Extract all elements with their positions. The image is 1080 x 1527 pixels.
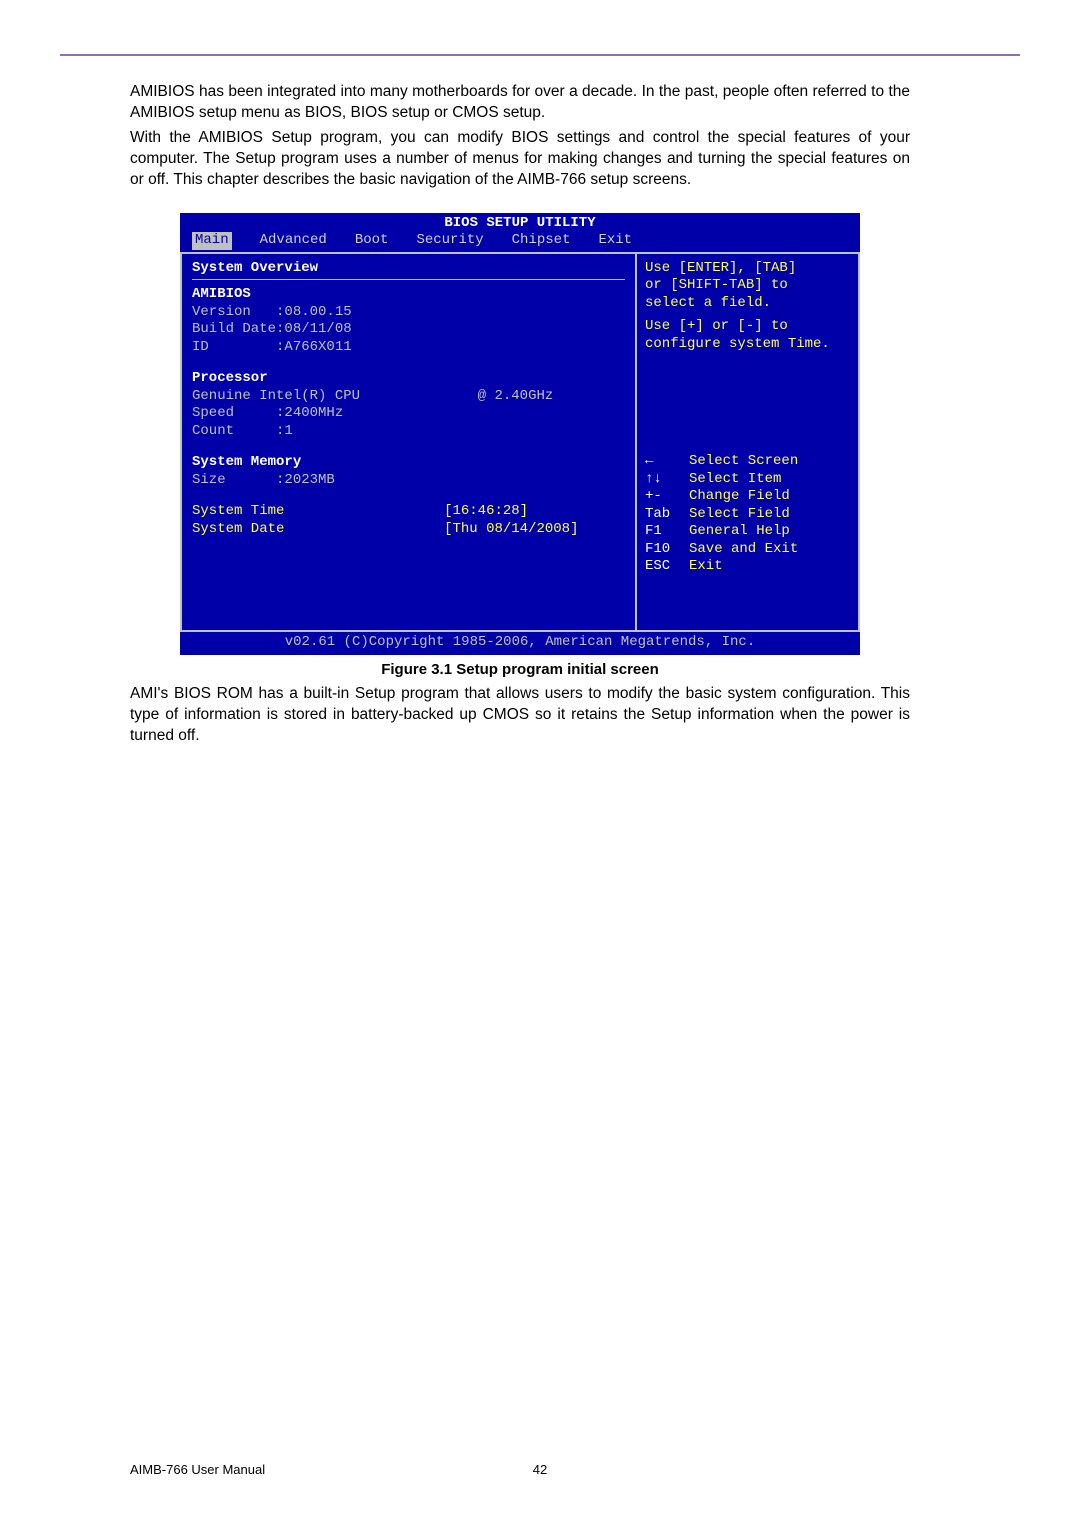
date-value[interactable]: [Thu 08/14/2008] [444, 521, 578, 537]
time-value[interactable]: [16:46:28] [444, 503, 528, 519]
key-k: ↑↓ [645, 471, 689, 489]
key-row: +-Change Field [645, 488, 850, 506]
bios-tab-security[interactable]: Security [416, 232, 483, 250]
key-k: ESC [645, 558, 689, 576]
key-row: ESCExit [645, 558, 850, 576]
help-line-5: configure system Time. [645, 336, 850, 354]
bios-tab-exit[interactable]: Exit [598, 232, 632, 250]
bios-screenshot: BIOS SETUP UTILITY Main Advanced Boot Se… [180, 213, 860, 656]
bios-tab-boot[interactable]: Boot [355, 232, 389, 250]
key-k: Tab [645, 506, 689, 524]
intro-paragraph-2: With the AMIBIOS Setup program, you can … [130, 128, 910, 191]
key-row: TabSelect Field [645, 506, 850, 524]
key-row: ↑↓Select Item [645, 471, 850, 489]
system-time-row[interactable]: System Time [16:46:28] [192, 503, 625, 521]
key-v: Change Field [689, 488, 790, 506]
builddate-row: Build Date:08/11/08 [192, 321, 625, 339]
key-v: Exit [689, 558, 723, 576]
top-rule [60, 54, 1020, 56]
bios-tab-advanced[interactable]: Advanced [260, 232, 327, 250]
key-row: ←Select Screen [645, 453, 850, 471]
key-k: ← [645, 453, 689, 471]
version-row: Version :08.00.15 [192, 304, 625, 322]
key-row: F1General Help [645, 523, 850, 541]
overview-title: System Overview [192, 260, 625, 278]
system-date-row[interactable]: System Date [Thu 08/14/2008] [192, 521, 625, 539]
help-line-1: Use [ENTER], [TAB] [645, 260, 850, 278]
time-label: System Time [192, 503, 284, 519]
cpu-at: @ 2.40GHz [478, 388, 554, 404]
amibios-label: AMIBIOS [192, 286, 625, 304]
bios-tab-chipset[interactable]: Chipset [512, 232, 571, 250]
bios-right-panel: Use [ENTER], [TAB] or [SHIFT-TAB] to sel… [635, 252, 860, 632]
key-v: General Help [689, 523, 790, 541]
figure-caption: Figure 3.1 Setup program initial screen [130, 661, 910, 678]
key-k: F10 [645, 541, 689, 559]
bios-footer: v02.61 (C)Copyright 1985-2006, American … [180, 632, 860, 656]
post-paragraph: AMI's BIOS ROM has a built-in Setup prog… [130, 684, 910, 747]
key-k: +- [645, 488, 689, 506]
bios-left-panel: System Overview AMIBIOS Version :08.00.1… [180, 252, 635, 632]
key-v: Select Item [689, 471, 781, 489]
intro-paragraph-1: AMIBIOS has been integrated into many mo… [130, 82, 910, 124]
key-k: F1 [645, 523, 689, 541]
key-row: F10Save and Exit [645, 541, 850, 559]
page-number: 42 [0, 1462, 1080, 1477]
help-line-4: Use [+] or [-] to [645, 318, 850, 336]
cpu-row: Genuine Intel(R) CPU @ 2.40GHz [192, 388, 625, 406]
memory-label: System Memory [192, 454, 625, 472]
id-row: ID :A766X011 [192, 339, 625, 357]
processor-label: Processor [192, 370, 625, 388]
help-line-2: or [SHIFT-TAB] to [645, 277, 850, 295]
speed-row: Speed :2400MHz [192, 405, 625, 423]
bios-body: System Overview AMIBIOS Version :08.00.1… [180, 252, 860, 632]
date-label: System Date [192, 521, 284, 537]
bios-title: BIOS SETUP UTILITY [180, 213, 860, 233]
key-v: Save and Exit [689, 541, 798, 559]
key-v: Select Field [689, 506, 790, 524]
divider [192, 279, 625, 280]
count-row: Count :1 [192, 423, 625, 441]
cpu-name: Genuine Intel(R) CPU [192, 388, 360, 404]
help-line-3: select a field. [645, 295, 850, 313]
key-v: Select Screen [689, 453, 798, 471]
size-row: Size :2023MB [192, 472, 625, 490]
bios-tab-main[interactable]: Main [192, 232, 232, 250]
bios-tab-bar: Main Advanced Boot Security Chipset Exit [180, 232, 860, 252]
page-content: AMIBIOS has been integrated into many mo… [130, 82, 910, 747]
